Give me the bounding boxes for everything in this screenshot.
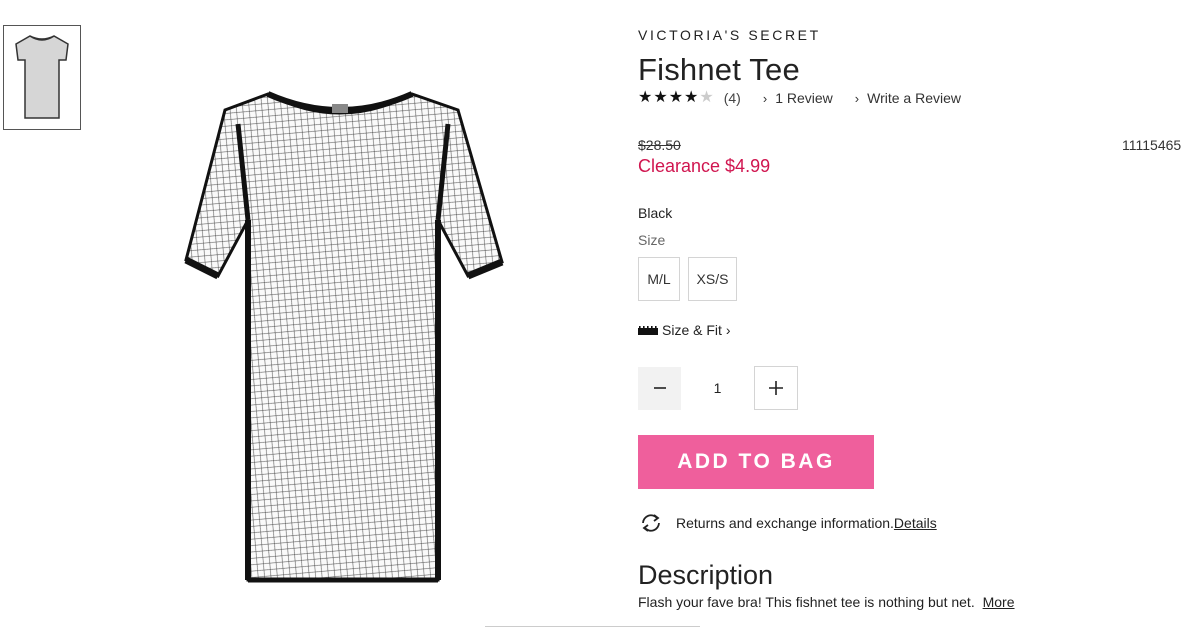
brand-name: VICTORIA'S SECRET xyxy=(638,27,821,43)
quantity-decrease-button[interactable] xyxy=(638,366,681,410)
reviews-link-label: 1 Review xyxy=(775,90,833,106)
rating-row: ★ ★ ★ ★ ★ (4) › 1 Review › Write a Revie… xyxy=(638,90,961,107)
product-thumbnail[interactable] xyxy=(3,25,81,130)
quantity-stepper: 1 xyxy=(638,366,798,410)
chevron-right-icon: › xyxy=(762,90,768,106)
rating-count: (4) xyxy=(723,90,741,106)
chevron-right-icon: › xyxy=(854,90,860,106)
plus-icon xyxy=(769,381,783,395)
product-sku: 11115465 xyxy=(1122,137,1182,153)
size-options: M/L XS/S xyxy=(638,257,737,301)
star-icon: ★ xyxy=(638,89,653,106)
star-rating: ★ ★ ★ ★ ★ xyxy=(638,90,714,106)
returns-text: Returns and exchange information. xyxy=(676,515,894,531)
write-review-link[interactable]: › Write a Review xyxy=(855,90,961,106)
size-option-ml[interactable]: M/L xyxy=(638,257,680,301)
description-heading: Description xyxy=(638,560,774,590)
returns-info: Returns and exchange information. Detail… xyxy=(638,512,937,534)
star-empty-icon: ★ xyxy=(699,89,714,106)
star-icon: ★ xyxy=(668,89,684,106)
write-review-label: Write a Review xyxy=(867,90,962,106)
size-option-xss[interactable]: XS/S xyxy=(688,257,737,301)
description-body: Flash your fave bra! This fishnet tee is… xyxy=(638,594,975,610)
product-title: Fishnet Tee xyxy=(638,52,800,87)
original-price: $28.50 xyxy=(638,137,681,153)
returns-details-link[interactable]: Details xyxy=(894,515,937,531)
description-more-link[interactable]: More xyxy=(983,594,1015,610)
size-fit-link[interactable]: Size & Fit › xyxy=(638,322,731,338)
selected-color: Black xyxy=(638,205,673,221)
exchange-icon xyxy=(642,514,660,532)
product-main-image xyxy=(170,80,515,595)
size-fit-label: Size & Fit xyxy=(662,322,722,338)
star-icon: ★ xyxy=(653,89,668,106)
sale-price: Clearance $4.99 xyxy=(638,156,771,176)
description-text: Flash your fave bra! This fishnet tee is… xyxy=(638,594,1015,610)
ruler-icon xyxy=(638,325,658,335)
quantity-value[interactable]: 1 xyxy=(681,380,754,396)
quantity-increase-button[interactable] xyxy=(754,366,798,410)
divider xyxy=(485,626,700,627)
size-label: Size xyxy=(638,232,666,248)
minus-icon xyxy=(653,387,666,389)
chevron-right-icon: › xyxy=(725,322,731,338)
add-to-bag-button[interactable]: ADD TO BAG xyxy=(638,435,874,489)
reviews-link[interactable]: › 1 Review xyxy=(763,90,833,106)
star-icon: ★ xyxy=(684,89,699,106)
thumbnail-image xyxy=(15,35,69,119)
